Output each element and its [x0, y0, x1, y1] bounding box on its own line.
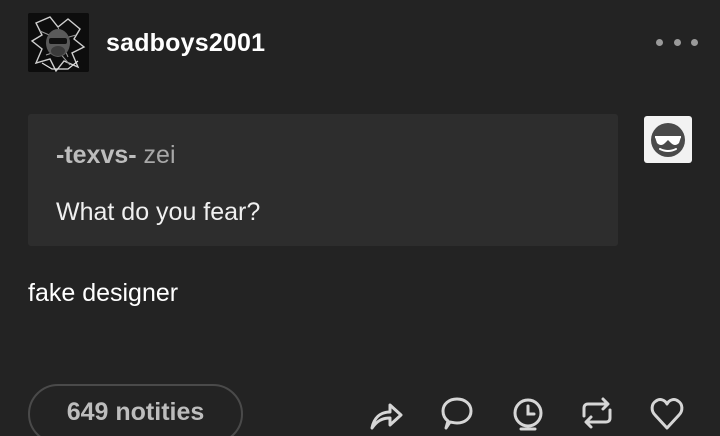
- like-button[interactable]: [647, 392, 687, 436]
- ellipsis-icon: [673, 38, 681, 46]
- ask-box: -texvs- zei What do you fear?: [28, 114, 618, 246]
- asker-name[interactable]: -texvs-: [56, 141, 137, 169]
- ellipsis-icon: [656, 38, 663, 46]
- notes-label: 649 notities: [66, 398, 205, 426]
- share-icon: [370, 403, 403, 430]
- sunglasses-face-icon: [651, 122, 685, 157]
- schedule-icon: [513, 398, 543, 431]
- question-text: What do you fear?: [56, 198, 261, 226]
- reblog-button[interactable]: [577, 392, 617, 436]
- reply-button[interactable]: [436, 392, 476, 436]
- asker-verb: zei: [143, 141, 176, 169]
- avatar-image: [28, 13, 89, 72]
- username[interactable]: sadboys2001: [106, 29, 265, 58]
- asker-avatar[interactable]: [644, 116, 692, 163]
- reply-icon: [441, 397, 473, 430]
- share-button[interactable]: [366, 392, 406, 436]
- asker-line: -texvs- zei: [56, 141, 176, 170]
- post-card: sadboys2001 -texvs- zei What do you fear…: [0, 0, 720, 436]
- schedule-button[interactable]: [508, 392, 548, 436]
- ellipsis-icon: [691, 38, 698, 46]
- like-icon: [650, 398, 684, 430]
- user-avatar[interactable]: [28, 13, 89, 72]
- reblog-icon: [582, 397, 612, 429]
- more-options-button[interactable]: [656, 30, 698, 54]
- answer-text: fake designer: [28, 279, 179, 307]
- notes-button[interactable]: 649 notities: [28, 384, 243, 436]
